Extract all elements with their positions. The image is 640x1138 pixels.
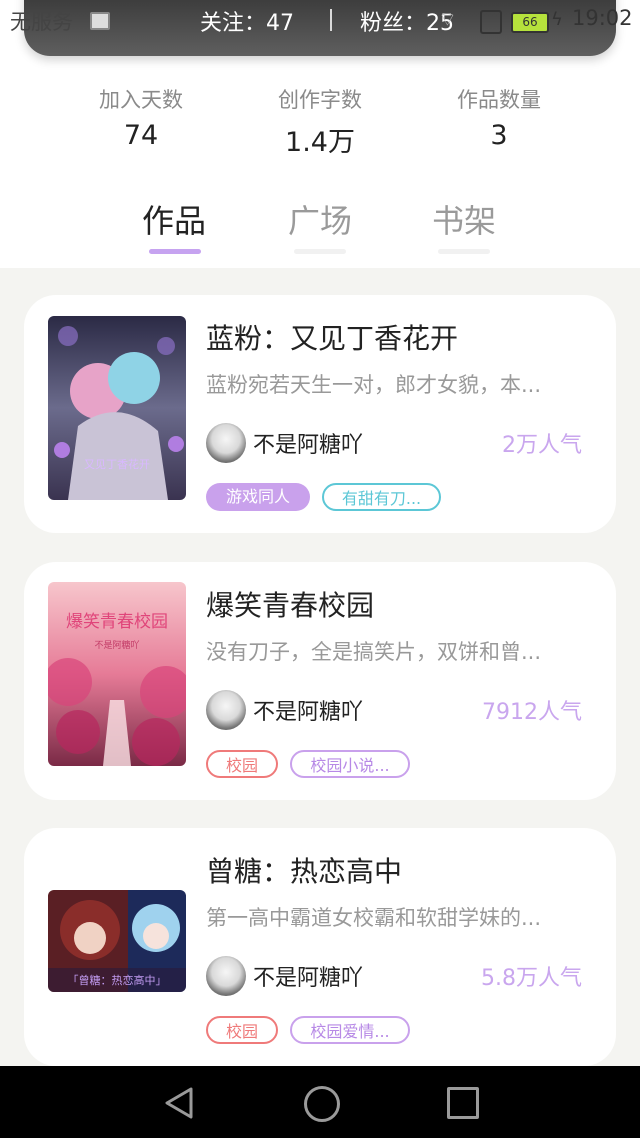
carrier-status: 无服务 bbox=[10, 10, 73, 34]
cover-title-text: 爆笑青春校园 bbox=[66, 612, 168, 632]
work-card[interactable]: 「曾糖：热恋高中」 曾糖：热恋高中 第一高中霸道女校霸和软甜学妹的... 不是阿… bbox=[24, 828, 616, 1066]
popularity-count: 7912人气 bbox=[482, 700, 582, 725]
stat-label: 加入天数 bbox=[99, 88, 183, 112]
author-avatar[interactable] bbox=[206, 423, 246, 463]
battery-icon: 66 bbox=[511, 12, 549, 33]
work-card[interactable]: 又见丁香花开 蓝粉：又见丁香花开 蓝粉宛若天生一对，郎才女貌，本... 不是阿糖… bbox=[24, 295, 616, 533]
cover-art: 「曾糖：热恋高中」 bbox=[48, 890, 186, 992]
stat-word-count: 创作字数 1.4万 bbox=[230, 84, 410, 159]
cover-author-text: 不是阿糖吖 bbox=[94, 639, 139, 651]
sim-icon bbox=[480, 10, 502, 34]
tab-square[interactable]: 广场 bbox=[288, 196, 352, 242]
author-name[interactable]: 不是阿糖吖 bbox=[253, 960, 363, 992]
popularity-count: 2万人气 bbox=[502, 433, 582, 458]
tab-bookshelf-indicator bbox=[438, 249, 490, 254]
stat-label: 创作字数 bbox=[278, 88, 362, 112]
tab-square-indicator bbox=[294, 249, 346, 254]
work-title[interactable]: 蓝粉：又见丁香花开 bbox=[206, 317, 458, 357]
stat-join-days: 加入天数 74 bbox=[51, 84, 231, 151]
tag-chip[interactable]: 校园爱情... bbox=[290, 1016, 410, 1044]
work-title[interactable]: 曾糖：热恋高中 bbox=[206, 850, 402, 890]
work-card[interactable]: 爆笑青春校园 不是阿糖吖 爆笑青春校园 没有刀子，全是搞笑片，双饼和曾... 不… bbox=[24, 562, 616, 800]
work-description: 蓝粉宛若天生一对，郎才女貌，本... bbox=[206, 373, 542, 397]
author-name[interactable]: 不是阿糖吖 bbox=[253, 694, 363, 726]
divider bbox=[330, 9, 332, 31]
recent-apps-icon[interactable] bbox=[447, 1087, 479, 1119]
book-cover[interactable]: 爆笑青春校园 不是阿糖吖 bbox=[48, 582, 186, 766]
tag-chip[interactable]: 校园 bbox=[206, 1016, 278, 1044]
follow-count[interactable]: 关注：47 bbox=[200, 5, 294, 37]
tag-chip[interactable]: 校园 bbox=[206, 750, 278, 778]
stat-value: 1.4万 bbox=[285, 127, 355, 158]
work-title[interactable]: 爆笑青春校园 bbox=[206, 584, 374, 624]
cover-art: 爆笑青春校园 不是阿糖吖 bbox=[48, 582, 186, 766]
tab-works[interactable]: 作品 bbox=[142, 196, 206, 242]
cover-title-text: 又见丁香花开 bbox=[84, 458, 150, 471]
tag-chip[interactable]: 游戏同人 bbox=[206, 483, 310, 511]
home-icon[interactable] bbox=[304, 1086, 340, 1122]
stat-value: 3 bbox=[490, 120, 508, 151]
stat-works-count: 作品数量 3 bbox=[409, 84, 589, 151]
stat-value: 74 bbox=[123, 120, 159, 151]
tab-works-indicator bbox=[149, 249, 201, 254]
book-cover[interactable]: 又见丁香花开 bbox=[48, 316, 186, 500]
tag-chip[interactable]: 校园小说... bbox=[290, 750, 410, 778]
back-icon[interactable] bbox=[163, 1086, 195, 1120]
system-nav-bar bbox=[0, 1066, 640, 1138]
work-description: 没有刀子，全是搞笑片，双饼和曾... bbox=[206, 640, 542, 664]
cover-title-text: 「曾糖：热恋高中」 bbox=[68, 973, 167, 987]
book-cover[interactable]: 「曾糖：热恋高中」 bbox=[48, 890, 186, 992]
author-name[interactable]: 不是阿糖吖 bbox=[253, 427, 363, 459]
stat-label: 作品数量 bbox=[457, 88, 541, 112]
popularity-count: 5.8万人气 bbox=[481, 966, 582, 991]
stats-card: 加入天数 74 创作字数 1.4万 作品数量 3 bbox=[51, 40, 589, 178]
work-description: 第一高中霸道女校霸和软甜学妹的... bbox=[206, 906, 542, 930]
charging-icon: ϟ bbox=[551, 9, 563, 30]
author-avatar[interactable] bbox=[206, 690, 246, 730]
wifi-icon: ⌔ bbox=[438, 7, 457, 31]
tag-chip[interactable]: 有甜有刀... bbox=[322, 483, 441, 511]
cover-art: 又见丁香花开 bbox=[48, 316, 186, 500]
image-notification-icon bbox=[90, 12, 110, 30]
author-avatar[interactable] bbox=[206, 956, 246, 996]
clock: 19:02 bbox=[572, 6, 633, 30]
tab-bookshelf[interactable]: 书架 bbox=[432, 196, 496, 242]
